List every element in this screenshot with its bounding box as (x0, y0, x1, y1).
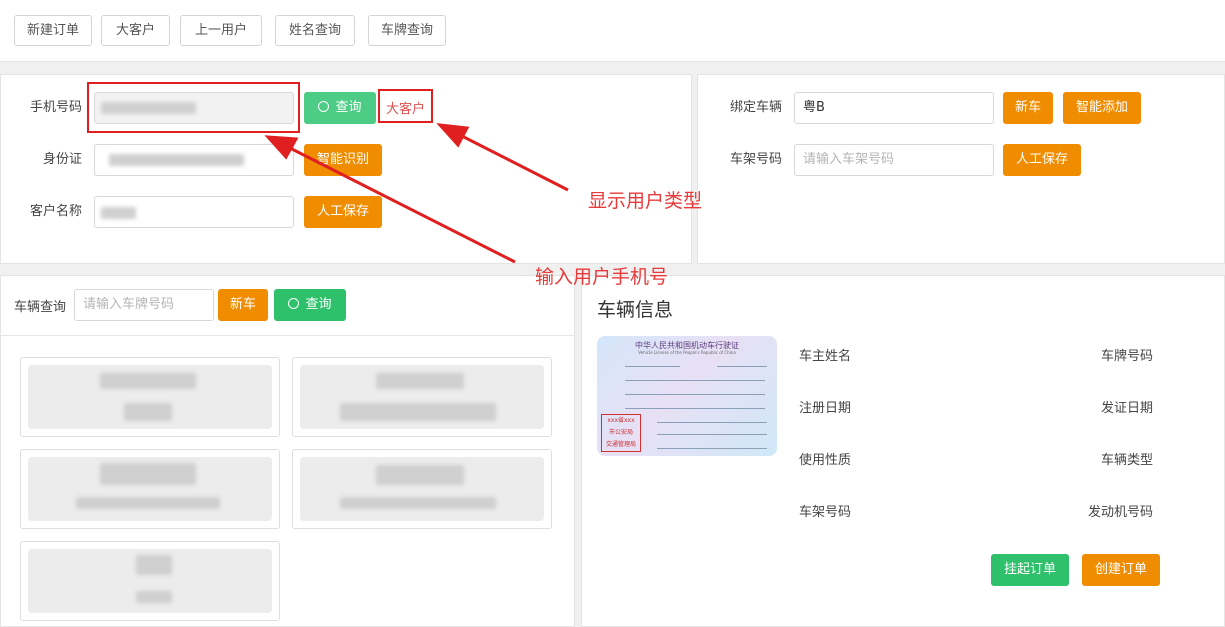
bind-vehicle-input[interactable]: 粤B (794, 92, 994, 124)
phone-highlight-box (87, 82, 300, 133)
vin-label: 车架号码 (729, 152, 782, 167)
license-subtitle: Vehicle License of the People's Republic… (638, 350, 736, 355)
customer-query-button[interactable]: 查询 (304, 92, 376, 124)
create-order-button[interactable]: 创建订单 (1082, 554, 1160, 586)
vehicle-type-label: 车辆类型 (1100, 453, 1153, 468)
search-new-car-button[interactable]: 新车 (218, 289, 268, 321)
divider (0, 335, 575, 336)
vin-input[interactable]: 请输入车架号码 (794, 144, 994, 176)
vehicle-query-label: 查询 (305, 297, 332, 312)
vehicle-card[interactable] (20, 449, 280, 529)
smart-add-button[interactable]: 智能添加 (1063, 92, 1141, 124)
vehicle-query-button[interactable]: 查询 (274, 289, 346, 321)
id-card-input[interactable] (94, 144, 294, 176)
customer-name-input[interactable] (94, 196, 294, 228)
top-toolbar: 新建订单 大客户 上一用户 姓名查询 车牌查询 (0, 0, 1225, 62)
vehicle-license-image: 中华人民共和国机动车行驶证 Vehicle License of the Peo… (597, 336, 777, 456)
customer-query-label: 查询 (335, 100, 362, 115)
vehicle-card[interactable] (292, 357, 552, 437)
smart-recognize-button[interactable]: 智能识别 (304, 144, 382, 176)
owner-name-label: 车主姓名 (799, 349, 852, 364)
customer-name-label: 客户名称 (29, 204, 82, 219)
bind-new-car-button[interactable]: 新车 (1003, 92, 1053, 124)
customer-type-highlight-box (378, 89, 433, 123)
blurred-name-value (101, 207, 136, 219)
engine-number-label: 发动机号码 (1087, 505, 1153, 520)
vin-info-label: 车架号码 (799, 505, 852, 520)
plate-search-button[interactable]: 车牌查询 (368, 15, 446, 46)
issue-date-label: 发证日期 (1100, 401, 1153, 416)
vip-customer-button[interactable]: 大客户 (101, 15, 170, 46)
vehicle-card[interactable] (292, 449, 552, 529)
phone-label: 手机号码 (29, 100, 82, 115)
vehicle-card[interactable] (20, 357, 280, 437)
blurred-id-value (109, 154, 244, 166)
show-user-type-annotation: 显示用户类型 (588, 190, 703, 212)
usage-type-label: 使用性质 (799, 453, 852, 468)
bind-vehicle-label: 绑定车辆 (729, 100, 782, 115)
license-stamp: xxx省xxx 市公安局 交通管理局 (601, 414, 641, 452)
new-order-button[interactable]: 新建订单 (14, 15, 92, 46)
hold-order-button[interactable]: 挂起订单 (991, 554, 1069, 586)
name-search-button[interactable]: 姓名查询 (275, 15, 355, 46)
vehicle-card[interactable] (20, 541, 280, 621)
id-card-label: 身份证 (42, 152, 82, 167)
vehicle-info-title: 车辆信息 (597, 299, 674, 321)
plate-search-input[interactable]: 请输入车牌号码 (74, 289, 214, 321)
vin-manual-save-button[interactable]: 人工保存 (1003, 144, 1081, 176)
vehicle-search-label: 车辆查询 (14, 300, 67, 315)
previous-user-button[interactable]: 上一用户 (180, 15, 262, 46)
input-phone-annotation: 输入用户手机号 (535, 266, 669, 288)
page-root: 新建订单 大客户 上一用户 姓名查询 车牌查询 手机号码 查询 大客户 身份证 … (0, 0, 1225, 627)
search-icon (318, 101, 330, 112)
register-date-label: 注册日期 (799, 401, 852, 416)
search-icon (288, 298, 300, 309)
customer-manual-save-button[interactable]: 人工保存 (304, 196, 382, 228)
plate-number-label: 车牌号码 (1100, 349, 1153, 364)
